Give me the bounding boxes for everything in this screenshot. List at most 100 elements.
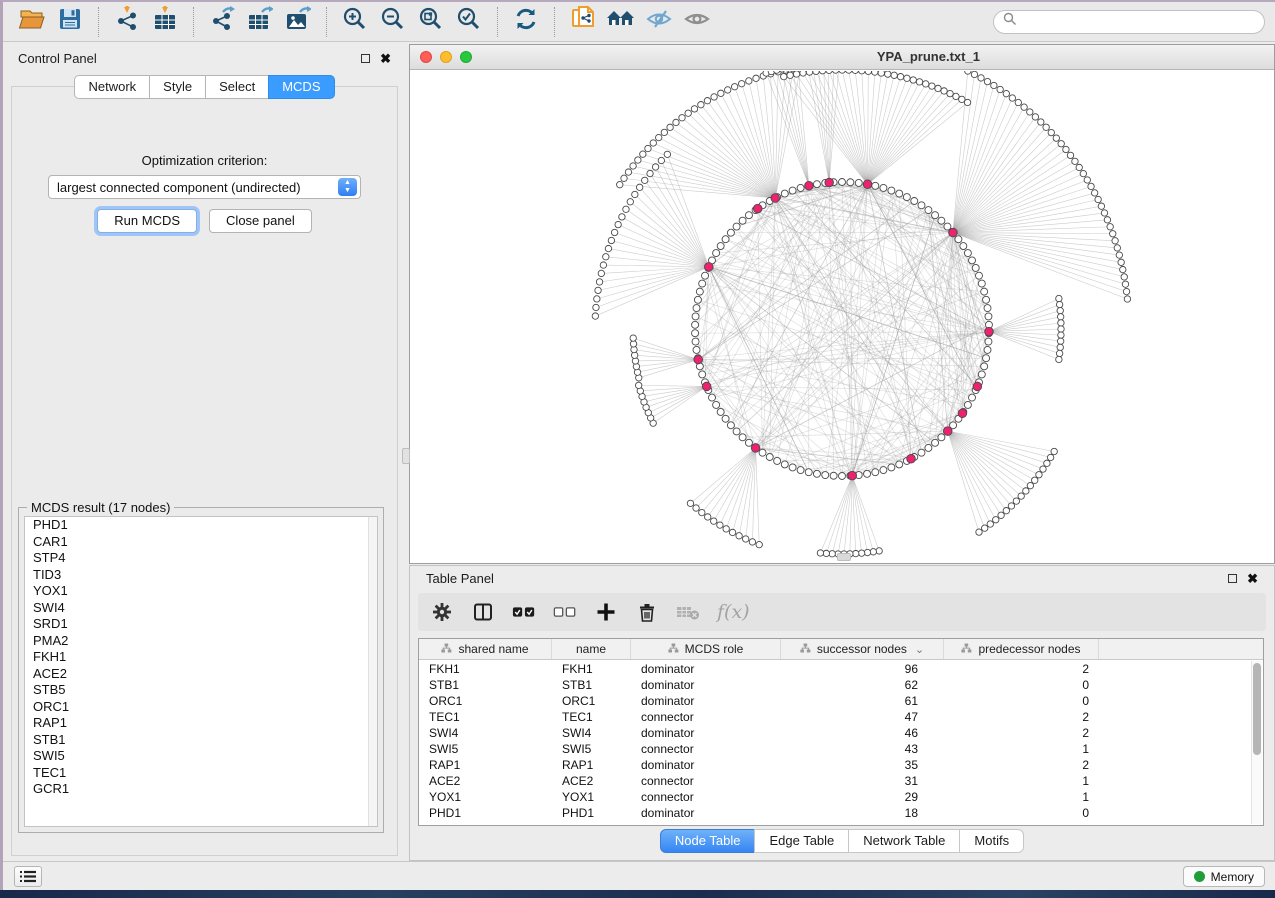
network-node[interactable] xyxy=(819,71,825,74)
network-node[interactable] xyxy=(611,229,617,235)
network-node[interactable] xyxy=(978,371,985,378)
network-node[interactable] xyxy=(789,187,796,194)
network-node[interactable] xyxy=(981,363,988,370)
maximize-window-icon[interactable] xyxy=(460,51,472,63)
table-row[interactable]: ACE2ACE2connector311 xyxy=(419,773,1250,789)
table-cell[interactable]: RAP1 xyxy=(419,758,552,772)
zoom-fit-button[interactable] xyxy=(414,6,448,38)
mcds-result-list[interactable]: PHD1CAR1STP4TID3YOX1SWI4SRD1PMA2FKH1ACE2… xyxy=(24,516,378,827)
table-cell[interactable]: YOX1 xyxy=(552,790,631,804)
network-node[interactable] xyxy=(1047,454,1053,460)
network-node[interactable] xyxy=(693,505,699,511)
network-node[interactable] xyxy=(987,521,993,527)
network-node[interactable] xyxy=(722,415,729,422)
network-node[interactable] xyxy=(636,184,642,190)
table-cell[interactable]: SWI5 xyxy=(552,742,631,756)
network-node[interactable] xyxy=(1038,119,1044,125)
network-node[interactable] xyxy=(975,272,982,279)
network-node[interactable] xyxy=(981,288,988,295)
network-node[interactable] xyxy=(692,330,699,337)
network-node[interactable] xyxy=(789,464,796,471)
dominator-node[interactable] xyxy=(949,228,958,237)
dominator-node[interactable] xyxy=(958,409,967,418)
network-node[interactable] xyxy=(698,101,704,107)
network-node[interactable] xyxy=(623,206,629,212)
network-node[interactable] xyxy=(910,77,916,83)
table-cell[interactable]: PHD1 xyxy=(419,806,552,820)
import-table-button[interactable] xyxy=(148,6,182,38)
create-column-button[interactable] xyxy=(594,600,618,624)
network-node[interactable] xyxy=(839,473,846,480)
select-all-button[interactable] xyxy=(512,600,536,624)
network-node[interactable] xyxy=(699,509,705,515)
network-node[interactable] xyxy=(858,550,864,556)
table-cell[interactable]: 62 xyxy=(781,678,944,692)
network-node[interactable] xyxy=(832,71,838,73)
table-cell[interactable]: 0 xyxy=(944,678,1099,692)
network-node[interactable] xyxy=(976,529,982,535)
network-node[interactable] xyxy=(739,434,746,441)
network-node[interactable] xyxy=(667,124,673,130)
network-node[interactable] xyxy=(1084,177,1090,183)
dominator-node[interactable] xyxy=(907,454,916,463)
network-node[interactable] xyxy=(596,279,602,285)
dominator-node[interactable] xyxy=(943,427,952,436)
network-node[interactable] xyxy=(745,439,752,446)
tab-mcds[interactable]: MCDS xyxy=(268,75,334,99)
dominator-node[interactable] xyxy=(694,355,703,364)
network-node[interactable] xyxy=(1032,114,1038,120)
network-node[interactable] xyxy=(826,71,832,74)
network-node[interactable] xyxy=(852,71,858,74)
network-node[interactable] xyxy=(1110,231,1116,237)
tab-network-table[interactable]: Network Table xyxy=(848,829,960,853)
network-node[interactable] xyxy=(870,549,876,555)
table-cell[interactable]: dominator xyxy=(631,662,781,676)
dominator-node[interactable] xyxy=(702,382,711,391)
network-node[interactable] xyxy=(774,457,781,464)
delete-column-button[interactable] xyxy=(635,600,659,624)
network-node[interactable] xyxy=(993,517,999,523)
table-cell[interactable]: SWI4 xyxy=(552,726,631,740)
network-node[interactable] xyxy=(1003,508,1009,514)
table-cell[interactable]: 18 xyxy=(781,806,944,820)
network-node[interactable] xyxy=(935,85,941,91)
network-node[interactable] xyxy=(691,106,697,112)
mcds-result-item[interactable]: FKH1 xyxy=(25,649,377,666)
network-node[interactable] xyxy=(872,71,878,75)
network-node[interactable] xyxy=(746,78,752,84)
table-cell[interactable]: 2 xyxy=(944,726,1099,740)
network-node[interactable] xyxy=(658,157,664,163)
table-cell[interactable]: YOX1 xyxy=(419,790,552,804)
mcds-result-item[interactable]: ORC1 xyxy=(25,699,377,716)
network-node[interactable] xyxy=(876,548,882,554)
network-node[interactable] xyxy=(864,470,871,477)
network-node[interactable] xyxy=(1056,301,1062,307)
table-cell[interactable]: connector xyxy=(631,742,781,756)
network-node[interactable] xyxy=(1013,498,1019,504)
network-node[interactable] xyxy=(1048,129,1054,135)
network-node[interactable] xyxy=(938,217,945,224)
network-node[interactable] xyxy=(705,514,711,520)
network-node[interactable] xyxy=(1067,152,1073,158)
network-node[interactable] xyxy=(621,175,627,181)
table-cell[interactable]: 47 xyxy=(781,710,944,724)
network-node[interactable] xyxy=(847,179,854,186)
table-row[interactable]: FKH1FKH1dominator962 xyxy=(419,661,1250,677)
network-node[interactable] xyxy=(1053,135,1059,141)
network-node[interactable] xyxy=(813,470,820,477)
network-node[interactable] xyxy=(1072,158,1078,164)
network-node[interactable] xyxy=(947,90,953,96)
network-node[interactable] xyxy=(635,157,641,163)
network-node[interactable] xyxy=(1009,95,1015,101)
network-node[interactable] xyxy=(603,254,609,260)
network-node[interactable] xyxy=(625,169,631,175)
network-node[interactable] xyxy=(595,287,601,293)
network-node[interactable] xyxy=(1058,141,1064,147)
network-node[interactable] xyxy=(723,526,729,532)
network-node[interactable] xyxy=(969,257,976,264)
table-cell[interactable]: 1 xyxy=(944,790,1099,804)
network-node[interactable] xyxy=(984,78,990,84)
dominator-node[interactable] xyxy=(771,194,780,203)
zoom-in-button[interactable] xyxy=(338,6,372,38)
table-row[interactable]: TEC1TEC1connector472 xyxy=(419,709,1250,725)
